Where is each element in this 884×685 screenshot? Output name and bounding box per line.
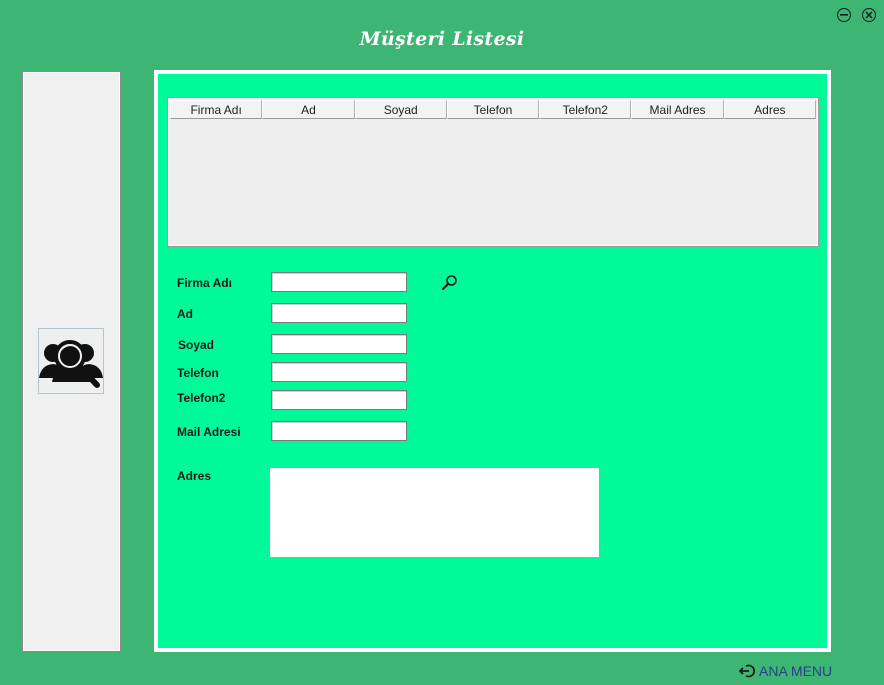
column-header-telefon2[interactable]: Telefon2 [539,100,632,119]
firma-adi-label: Firma Adı [177,276,232,290]
soyad-field[interactable] [271,334,407,354]
adres-field[interactable] [270,468,599,557]
column-header-ad[interactable]: Ad [262,100,355,119]
minimize-button[interactable] [837,8,851,22]
ad-label: Ad [177,307,193,321]
ad-field[interactable] [271,303,407,323]
search-button[interactable] [439,272,459,292]
minimize-icon [840,14,848,16]
page-title: Müşteri Listesi [359,28,525,50]
customer-list-button[interactable] [38,328,104,394]
close-icon [865,11,873,19]
firma-adi-field[interactable] [271,272,407,292]
column-header-mail-adres[interactable]: Mail Adres [631,100,724,119]
search-icon [441,274,457,290]
column-header-firma-adi[interactable]: Firma Adı [170,100,263,119]
mail-adresi-label: Mail Adresi [177,425,241,439]
telefon-field[interactable] [271,362,407,382]
customer-table[interactable]: Firma Adı Ad Soyad Telefon Telefon2 Mail… [167,97,819,247]
close-button[interactable] [862,8,876,22]
table-header: Firma Adı Ad Soyad Telefon Telefon2 Mail… [170,100,816,119]
exit-arrow-icon [739,664,755,678]
soyad-label: Soyad [178,338,215,352]
telefon-label: Telefon [177,366,219,380]
column-header-telefon[interactable]: Telefon [446,100,540,119]
customer-search-icon [39,340,103,388]
telefon2-field[interactable] [271,390,407,410]
column-header-soyad[interactable]: Soyad [354,100,447,119]
adres-label: Adres [177,469,212,483]
telefon2-label: Telefon2 [177,391,226,405]
ana-menu-link[interactable]: ANA MENU [739,663,832,679]
mail-adresi-field[interactable] [271,421,407,441]
column-header-adres[interactable]: Adres [723,100,816,119]
ana-menu-label: ANA MENU [759,663,833,679]
